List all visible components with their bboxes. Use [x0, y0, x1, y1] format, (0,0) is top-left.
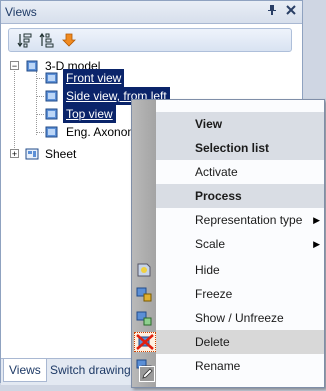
panel-title-bar: Views — [1, 1, 302, 24]
sort-ascending-icon[interactable] — [17, 32, 33, 48]
submenu-arrow-icon: ▶ — [313, 215, 320, 225]
tab-views[interactable]: Views — [3, 359, 47, 382]
menu-item-representation-type[interactable]: Representation type ▶ — [156, 208, 324, 232]
move-down-icon[interactable] — [61, 32, 77, 48]
tree-node-label: Sheet — [45, 147, 77, 161]
submenu-arrow-icon: ▶ — [313, 239, 320, 249]
menu-item-scale[interactable]: Scale ▶ — [156, 232, 324, 256]
sheet-icon — [24, 147, 40, 161]
menu-header-view: View — [156, 112, 324, 136]
menu-header-process: Process — [156, 184, 324, 208]
tree-node-label: Front view — [63, 69, 125, 87]
view-icon — [44, 71, 60, 85]
hide-icon — [134, 261, 154, 279]
edit-pencil-icon[interactable] — [139, 366, 155, 382]
tree-node-label: Eng. Axonom — [66, 125, 138, 139]
view-icon — [44, 125, 60, 139]
menu-item-show-unfreeze[interactable]: Show / Unfreeze — [136, 306, 324, 330]
menu-item-hide[interactable]: Hide — [137, 258, 324, 282]
expand-icon[interactable]: + — [10, 149, 19, 159]
collapse-icon[interactable]: − — [10, 61, 19, 71]
menu-item-freeze[interactable]: Freeze — [136, 282, 324, 306]
menu-header-selection-list: Selection list — [156, 136, 324, 160]
panel-title: Views — [5, 5, 37, 19]
show-unfreeze-icon — [134, 309, 154, 327]
context-menu: View Selection list Activate Process Rep… — [131, 99, 325, 388]
view-icon — [44, 89, 60, 103]
menu-item-delete[interactable]: Delete — [134, 330, 324, 354]
menu-item-activate[interactable]: Activate — [156, 160, 324, 184]
sort-descending-icon[interactable] — [39, 32, 55, 48]
freeze-icon — [134, 285, 154, 303]
close-icon[interactable] — [284, 4, 298, 18]
delete-icon — [134, 332, 156, 352]
view-icon — [44, 107, 60, 121]
tab-switch-drawing[interactable]: Switch drawing — [45, 359, 136, 381]
views-toolbar — [8, 28, 292, 52]
pin-icon[interactable] — [265, 4, 279, 18]
tree-node-label: Top view — [63, 105, 116, 123]
menu-item-rename[interactable]: Rename — [136, 354, 324, 378]
3d-model-icon — [24, 59, 40, 73]
